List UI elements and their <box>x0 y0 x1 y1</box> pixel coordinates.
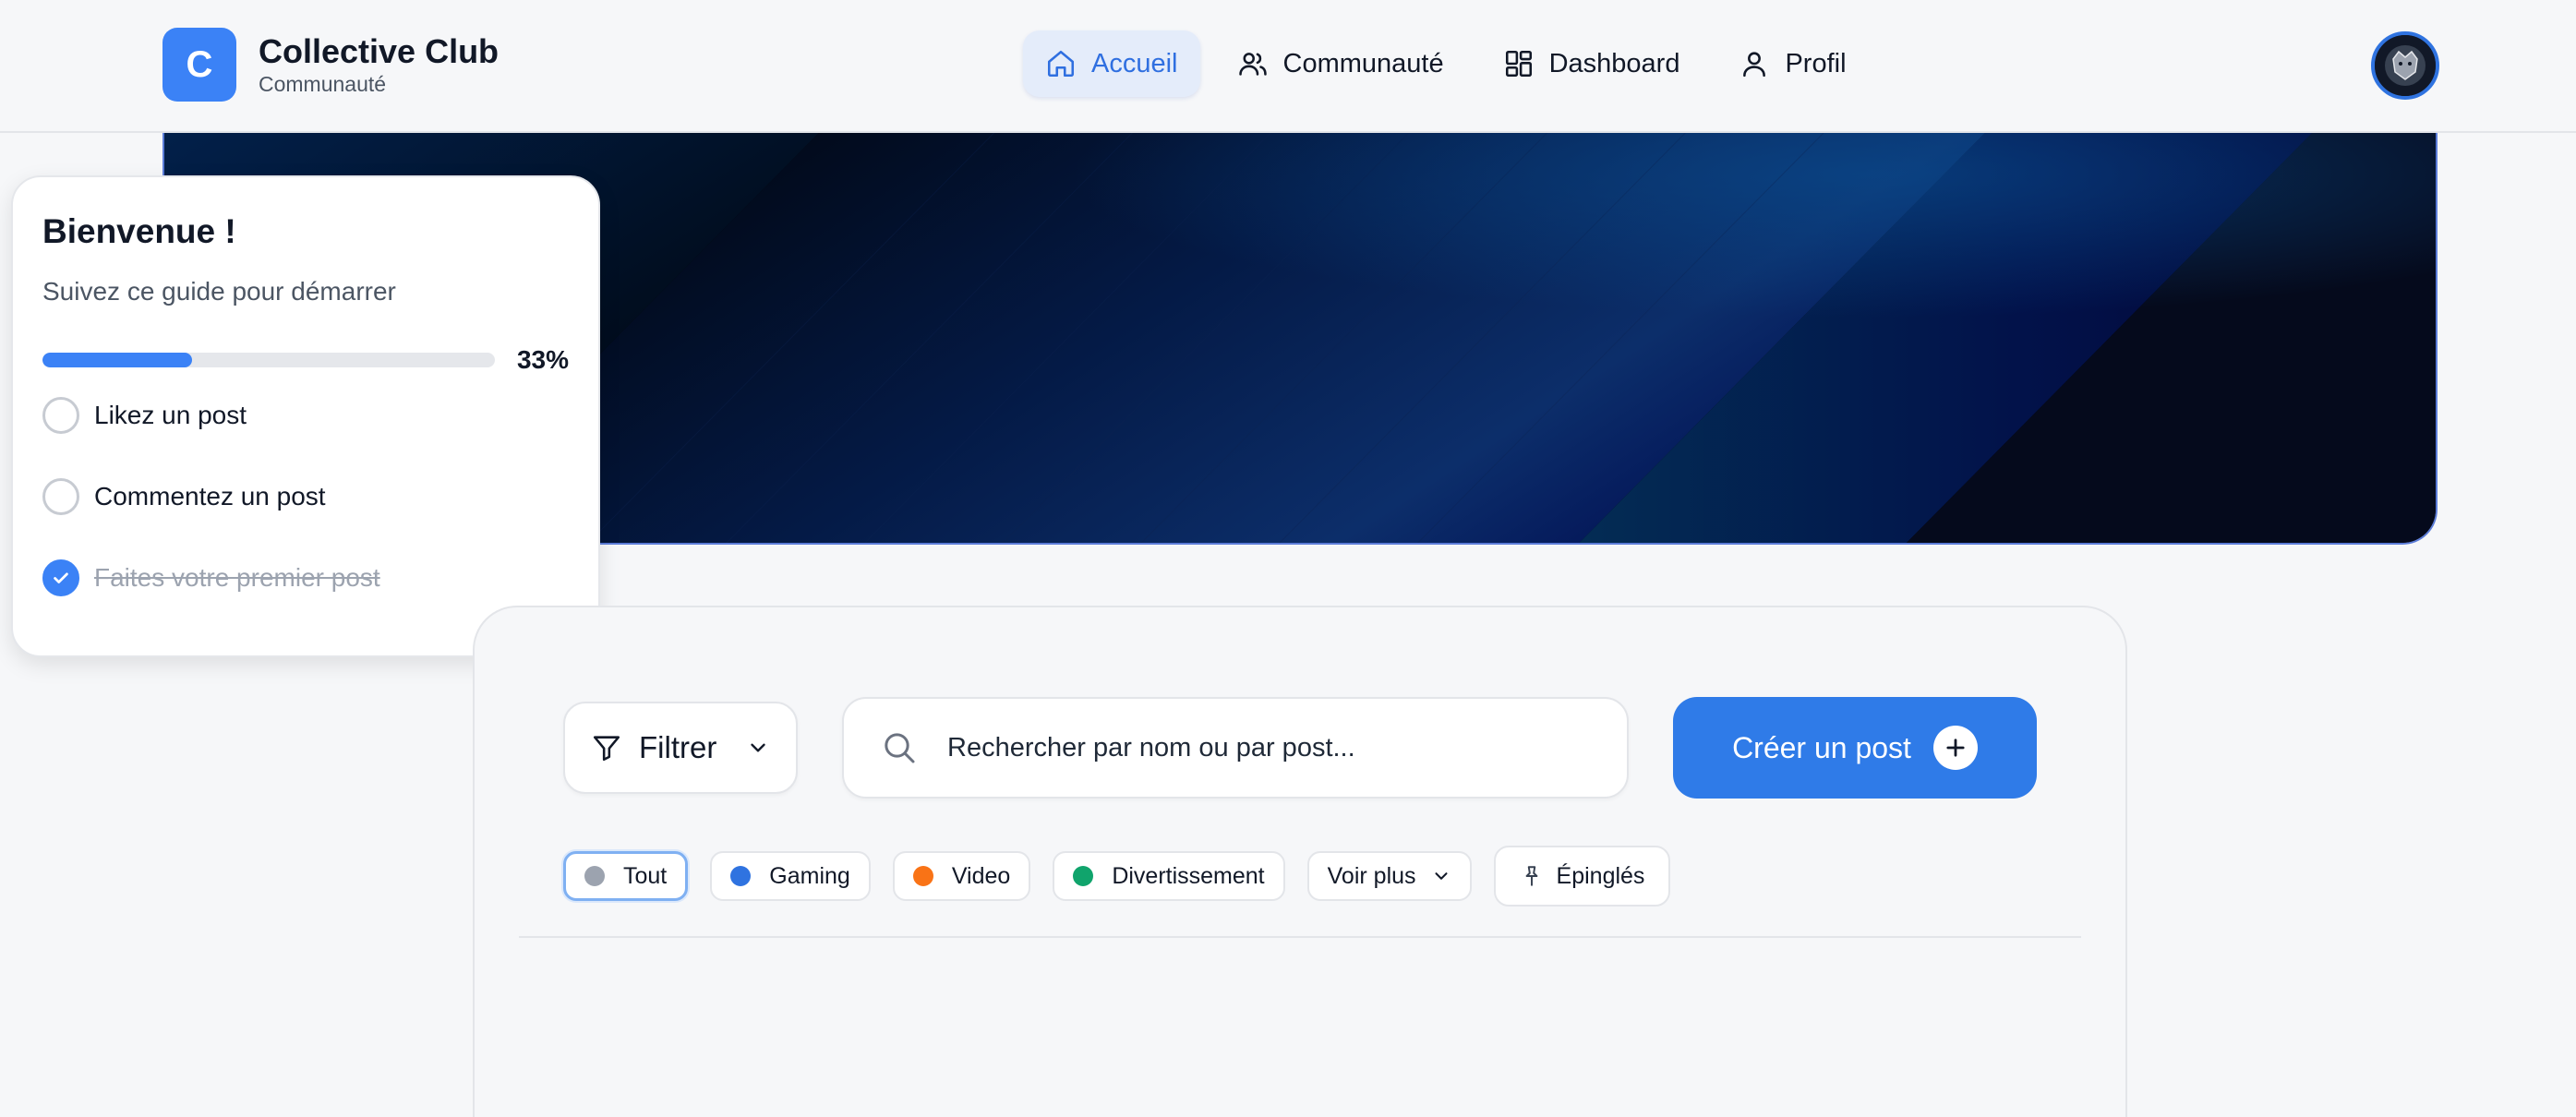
category-chip-gaming[interactable]: Gaming <box>710 851 871 901</box>
task-checkbox-checked[interactable] <box>42 559 79 596</box>
nav-item-label: Profil <box>1785 48 1847 78</box>
search-bar[interactable] <box>842 697 1629 799</box>
see-more-dropdown[interactable]: Voir plus <box>1306 851 1472 901</box>
category-dot <box>1073 866 1094 886</box>
pin-icon <box>1525 866 1537 886</box>
task-checkbox[interactable] <box>42 478 79 515</box>
pinned-filter-button[interactable]: Épinglés <box>1493 846 1671 907</box>
category-chip-tout[interactable]: Tout <box>563 851 689 901</box>
category-filters: Tout Gaming Video Divertissement Voir pl… <box>563 846 1692 907</box>
chevron-down-icon <box>751 743 765 752</box>
task-item[interactable]: Likez un post <box>42 375 569 456</box>
nav-item-label: Accueil <box>1091 48 1178 78</box>
task-label: Likez un post <box>94 401 247 429</box>
category-chip-video[interactable]: Video <box>892 851 1031 901</box>
nav-item-profil[interactable]: Profil <box>1716 30 1868 97</box>
onboarding-guide: Bienvenue ! Suivez ce guide pour démarre… <box>11 175 600 657</box>
category-dot <box>584 866 605 886</box>
nav-item-communaute[interactable]: Communauté <box>1215 30 1466 97</box>
nav-item-dashboard[interactable]: Dashboard <box>1481 30 1703 97</box>
brand-text: Collective Club Communauté <box>259 32 499 97</box>
user-icon <box>1743 52 1766 78</box>
chevron-down-icon <box>1435 872 1448 880</box>
category-label: Divertissement <box>1112 862 1265 889</box>
create-post-button[interactable]: Créer un post <box>1673 697 2037 799</box>
category-chip-divertissement[interactable]: Divertissement <box>1053 851 1285 901</box>
task-item[interactable]: Faites votre premier post <box>42 537 569 619</box>
task-label: Commentez un post <box>94 482 326 510</box>
home-icon <box>1047 50 1075 78</box>
category-dot <box>730 866 752 886</box>
category-dot <box>912 866 933 886</box>
main-nav: Accueil Communauté Dashboard Profil <box>1023 30 1884 97</box>
guide-progress: 33% <box>42 345 569 375</box>
nav-item-label: Communauté <box>1282 48 1444 78</box>
users-icon <box>1238 53 1267 76</box>
plus-icon <box>1932 726 1978 770</box>
search-icon <box>885 733 915 763</box>
category-label: Gaming <box>769 862 850 889</box>
guide-title: Bienvenue ! <box>42 212 236 250</box>
category-label: Tout <box>623 862 668 889</box>
brand-title: Collective Club <box>259 32 500 70</box>
progress-bar <box>42 353 495 367</box>
progress-value: 33% <box>516 345 569 374</box>
pinned-label: Épinglés <box>1556 862 1645 889</box>
progress-fill <box>42 353 192 367</box>
search-input[interactable] <box>947 732 1575 763</box>
nav-item-accueil[interactable]: Accueil <box>1023 30 1200 97</box>
filter-dropdown[interactable]: Filtrer <box>563 702 798 794</box>
category-label: Video <box>951 862 1011 889</box>
see-more-label: Voir plus <box>1327 862 1416 889</box>
dashboard-icon <box>1505 50 1532 78</box>
task-item[interactable]: Commentez un post <box>42 456 569 537</box>
brand[interactable]: C Collective Club Communauté <box>163 28 499 102</box>
user-avatar[interactable] <box>2371 31 2439 100</box>
section-divider <box>519 936 2081 938</box>
create-post-label: Créer un post <box>1732 730 1911 764</box>
task-checkbox[interactable] <box>42 397 79 434</box>
check-icon <box>54 572 68 583</box>
filter-icon <box>593 736 620 762</box>
filter-label: Filtrer <box>639 730 717 764</box>
guide-subtitle: Suivez ce guide pour démarrer <box>42 277 396 306</box>
brand-subtitle: Communauté <box>259 72 387 96</box>
avatar-icon <box>2375 35 2436 96</box>
top-navbar: C Collective Club Communauté Accueil Com… <box>0 0 2576 133</box>
brand-logo: C <box>163 28 236 102</box>
nav-item-label: Dashboard <box>1548 48 1680 78</box>
task-label: Faites votre premier post <box>94 563 380 592</box>
